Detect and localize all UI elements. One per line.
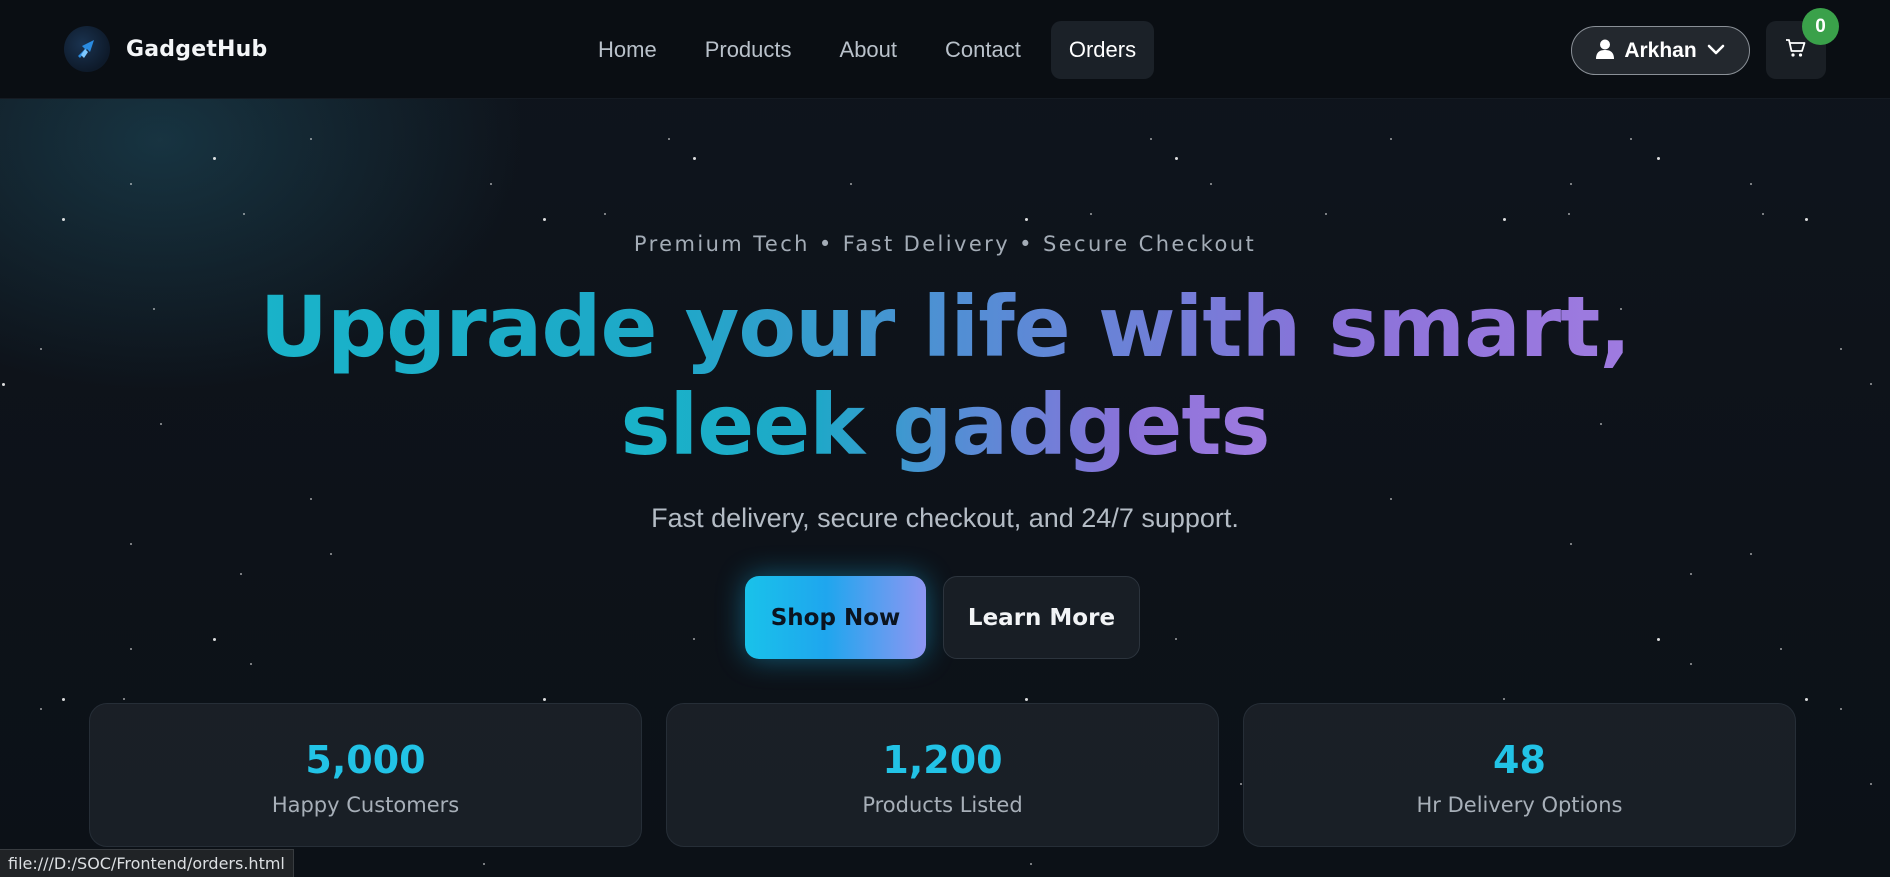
shop-now-button[interactable]: Shop Now [745, 576, 926, 659]
stat-value: 48 [1493, 738, 1546, 782]
stat-card-products: 1,200 Products Listed [666, 703, 1219, 847]
stat-label: Happy Customers [271, 793, 460, 817]
user-icon [1596, 39, 1615, 63]
top-navbar: GadgetHub Home Products About Contact Or… [0, 0, 1890, 99]
stat-value: 1,200 [882, 738, 1003, 782]
nav-link-about[interactable]: About [822, 21, 916, 79]
hero-subheadline: Fast delivery, secure checkout, and 24/7… [651, 503, 1239, 533]
stat-label: Hr Delivery Options [1416, 793, 1623, 817]
hero-headline: Upgrade your life with smart, sleek gadg… [0, 278, 1890, 474]
hero-headline-line2: sleek gadgets [620, 376, 1270, 474]
hero-tagline: Premium Tech • Fast Delivery • Secure Ch… [633, 232, 1257, 256]
browser-status-bar-url: file:///D:/SOC/Frontend/orders.html [0, 849, 294, 877]
cart-icon [1785, 38, 1807, 62]
stat-card-delivery: 48 Hr Delivery Options [1243, 703, 1796, 847]
nav-link-products[interactable]: Products [687, 21, 810, 79]
hero-headline-line1: Upgrade your life with smart, [259, 278, 1631, 376]
nav-link-home[interactable]: Home [580, 21, 675, 79]
nav-link-orders[interactable]: Orders [1050, 21, 1155, 79]
nav-link-contact[interactable]: Contact [927, 21, 1039, 79]
rocket-logo-icon [64, 26, 110, 72]
main-nav: Home Products About Contact Orders [580, 21, 1155, 79]
user-name: Arkhan [1624, 38, 1697, 62]
user-menu-button[interactable]: Arkhan [1571, 26, 1750, 75]
learn-more-button[interactable]: Learn More [943, 576, 1140, 659]
stat-value: 5,000 [305, 738, 426, 782]
landing-page: GadgetHub Home Products About Contact Or… [0, 0, 1890, 877]
brand[interactable]: GadgetHub [64, 26, 267, 72]
stat-card-customers: 5,000 Happy Customers [89, 703, 642, 847]
cart-count-badge: 0 [1802, 8, 1839, 45]
brand-name: GadgetHub [126, 36, 268, 62]
stat-label: Products Listed [862, 793, 1023, 817]
chevron-down-icon [1707, 41, 1725, 60]
